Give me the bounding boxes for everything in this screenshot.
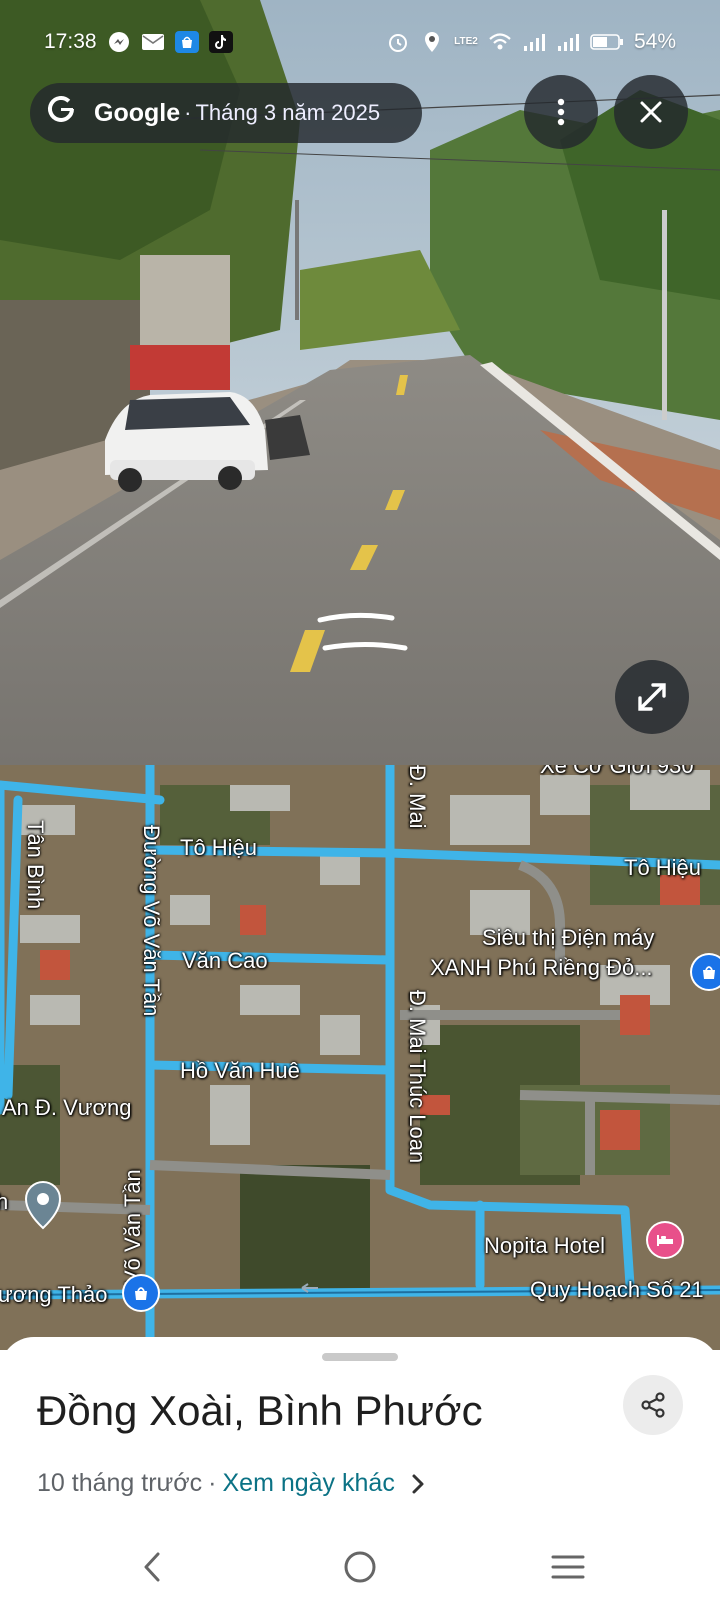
- recents-button[interactable]: [538, 1542, 598, 1592]
- shopping-poi-icon[interactable]: [124, 1276, 158, 1310]
- shopping-app-icon: [174, 31, 199, 53]
- road-label-d-mai-thuc-loan: Đ. Mai Thúc Loan: [405, 990, 430, 1164]
- poi-label-xe-co-gioi[interactable]: Xe Cơ Giới 930: [540, 765, 694, 779]
- chevron-right-icon[interactable]: [411, 1473, 425, 1495]
- satellite-map[interactable]: Tô Hiệu Tô Hiệu Văn Cao Hồ Văn Huê An Đ.…: [0, 765, 720, 1350]
- provider-label: Google: [94, 98, 181, 127]
- share-button[interactable]: [623, 1375, 683, 1435]
- wifi-icon: [488, 30, 512, 54]
- drag-handle[interactable]: [322, 1353, 398, 1361]
- road-label-an-duong-vuong: An Đ. Vương: [2, 1095, 132, 1120]
- menu-icon: [551, 1555, 585, 1579]
- alarm-icon: [386, 30, 410, 54]
- share-icon: [641, 1392, 665, 1418]
- street-view-pegman-pin-icon[interactable]: [24, 1180, 62, 1230]
- location-icon: [420, 30, 444, 54]
- place-title: Đồng Xoài, Bình Phước: [37, 1387, 483, 1434]
- road-label-to-hieu: Tô Hiệu: [624, 855, 702, 880]
- home-icon: [344, 1551, 376, 1583]
- battery-icon: [590, 30, 624, 54]
- signal-icon: [522, 30, 546, 54]
- fullscreen-button[interactable]: [615, 660, 689, 734]
- shopping-poi-icon[interactable]: [692, 955, 720, 989]
- poi-label-dien-may-xanh[interactable]: Siêu thị Điện máy: [482, 925, 654, 951]
- street-view-panorama[interactable]: 17:38 LTE2 54% Google · Tháng 3 năm 2025: [0, 0, 720, 765]
- road-label-ho-van-hue: Hồ Văn Huê: [180, 1058, 300, 1083]
- volte-icon: LTE2: [454, 36, 478, 47]
- map-label-partial: h: [0, 1189, 9, 1214]
- mail-icon: [141, 30, 165, 54]
- more-vert-icon: [557, 98, 565, 126]
- road-label-to-hieu: Tô Hiệu: [180, 835, 258, 860]
- system-navigation-bar: [0, 1530, 720, 1608]
- capture-info: 10 tháng trước · Xem ngày khác: [37, 1469, 425, 1498]
- see-other-dates-link[interactable]: Xem ngày khác: [223, 1469, 395, 1498]
- tiktok-icon: [208, 31, 233, 53]
- map-imagery: [0, 765, 720, 1350]
- back-button[interactable]: [122, 1542, 182, 1592]
- back-icon: [144, 1552, 160, 1582]
- signal-icon: [556, 30, 580, 54]
- clock: 17:38: [44, 30, 97, 53]
- road-label-quy-hoach-so-21: Quy Hoạch Số 21: [530, 1277, 704, 1302]
- capture-age: 10 tháng trước: [37, 1469, 203, 1497]
- road-label-duong-vo-van-tan: Đường Võ Văn Tần: [139, 825, 164, 1017]
- battery-percentage: 54%: [633, 30, 676, 53]
- hotel-poi-icon[interactable]: [648, 1223, 682, 1257]
- home-button[interactable]: [330, 1542, 390, 1592]
- expand-icon: [638, 683, 666, 711]
- poi-label-dien-may-xanh-2[interactable]: XANH Phú Riềng Đỏ...: [430, 955, 653, 981]
- messenger-icon: [107, 30, 131, 54]
- poi-label-nopita-hotel[interactable]: Nopita Hotel: [484, 1233, 605, 1259]
- status-bar: 17:38 LTE2 54%: [0, 20, 720, 64]
- road-label-vo-van-tan: Võ Văn Tần: [120, 1169, 145, 1285]
- close-icon: [640, 101, 662, 123]
- close-button[interactable]: [614, 75, 688, 149]
- road-label-tan-binh: Tân Bình: [23, 820, 48, 910]
- more-options-button[interactable]: [524, 75, 598, 149]
- capture-separator: ·: [184, 100, 192, 125]
- meta-separator: ·: [208, 1469, 217, 1497]
- capture-date: Tháng 3 năm 2025: [195, 100, 381, 125]
- road-label-d-mai: Đ. Mai: [405, 765, 430, 829]
- direction-arrow-icon: [301, 1283, 318, 1293]
- road-label-van-cao: Văn Cao: [182, 948, 268, 973]
- streetview-info-chip[interactable]: Google · Tháng 3 năm 2025: [30, 83, 422, 143]
- place-bottom-sheet[interactable]: Đồng Xoài, Bình Phước 10 tháng trước · X…: [0, 1337, 720, 1608]
- road-label-uong-thao: ương Thảo: [0, 1282, 108, 1307]
- google-logo-icon: [46, 94, 78, 132]
